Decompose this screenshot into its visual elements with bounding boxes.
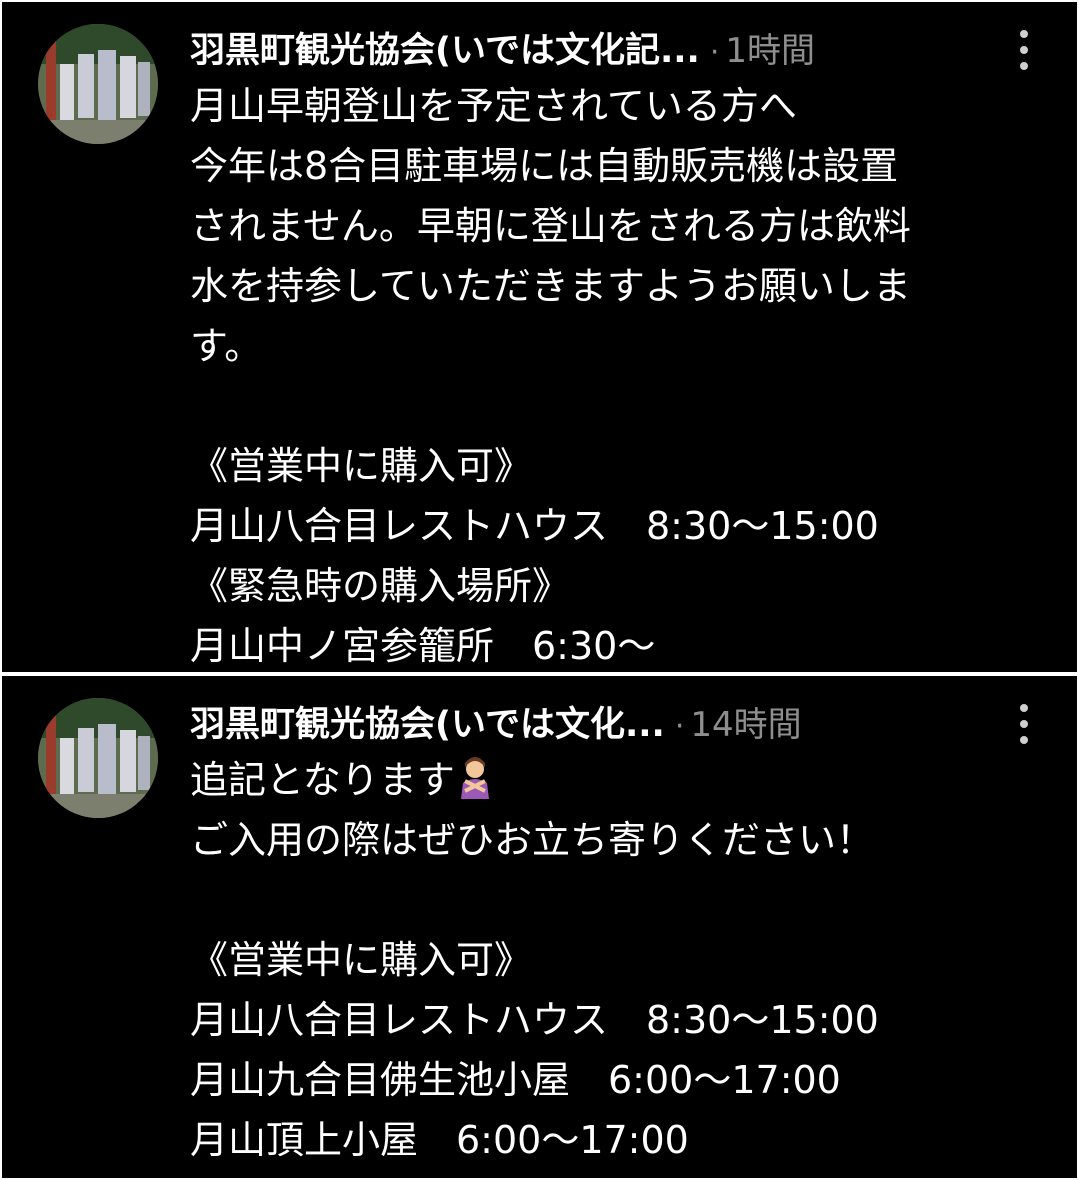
post-line: されません。早朝に登山をされる方は飲料: [190, 204, 911, 248]
post-line: 《営業中に購入可》: [190, 444, 533, 488]
post-header: 羽黒町観光協会(いでは文化記... · 1時間: [190, 22, 987, 74]
post-time: 14時間: [690, 705, 802, 745]
separator-dot: ·: [709, 35, 720, 70]
post-line: ご入用の際はぜひお立ち寄りください！: [190, 818, 875, 862]
post-line: 追記となります: [190, 750, 1057, 810]
post-line: 月山八合目レストハウス 8:30〜15:00: [190, 998, 879, 1042]
post-line: 《緊急時の購入場所》: [190, 564, 571, 608]
more-vertical-icon[interactable]: [1017, 30, 1031, 70]
avatar[interactable]: [38, 698, 158, 818]
author-name[interactable]: 羽黒町観光協会(いでは文化...: [190, 696, 665, 747]
post-card: 羽黒町観光協会(いでは文化記... · 1時間 月山早朝登山を予定されている方へ…: [2, 2, 1077, 672]
avatar[interactable]: [38, 24, 158, 144]
post-time: 1時間: [725, 31, 816, 71]
person-gesturing-no-emoji: [460, 757, 489, 799]
more-vertical-icon[interactable]: [1017, 704, 1031, 744]
post-line: 月山八合目レストハウス 8:30〜15:00: [190, 504, 879, 548]
post-line-text: 追記となります: [190, 758, 455, 802]
post-body: 追記となります ご入用の際はぜひお立ち寄りください！ 《営業中に購入可》 月山八…: [190, 750, 1057, 1170]
separator-dot: ·: [674, 709, 685, 744]
post-body: 月山早朝登山を予定されている方へ 今年は8合目駐車場には自動販売機は設置 されま…: [190, 76, 1057, 672]
post-line: 月山頂上小屋 6:00〜17:00: [190, 1118, 689, 1162]
post-header: 羽黒町観光協会(いでは文化... · 14時間: [190, 696, 987, 748]
post-line: 今年は8合目駐車場には自動販売機は設置: [190, 144, 899, 188]
author-name[interactable]: 羽黒町観光協会(いでは文化記...: [190, 22, 700, 73]
post-line: 《営業中に購入可》: [190, 938, 533, 982]
post-line: 月山九合目佛生池小屋 6:00〜17:00: [190, 1058, 841, 1102]
avatar-image: [38, 24, 158, 144]
post-line: 水を持参していただきますようお願いしま: [190, 264, 911, 308]
post-line: 月山中ノ宮参籠所 6:30〜: [190, 624, 656, 668]
post-line: 月山早朝登山を予定されている方へ: [190, 84, 797, 128]
avatar-image: [38, 698, 158, 818]
post-card: 羽黒町観光協会(いでは文化... · 14時間 追記となります ご入用の際はぜひ…: [2, 676, 1077, 1178]
post-line: す。: [190, 324, 263, 368]
